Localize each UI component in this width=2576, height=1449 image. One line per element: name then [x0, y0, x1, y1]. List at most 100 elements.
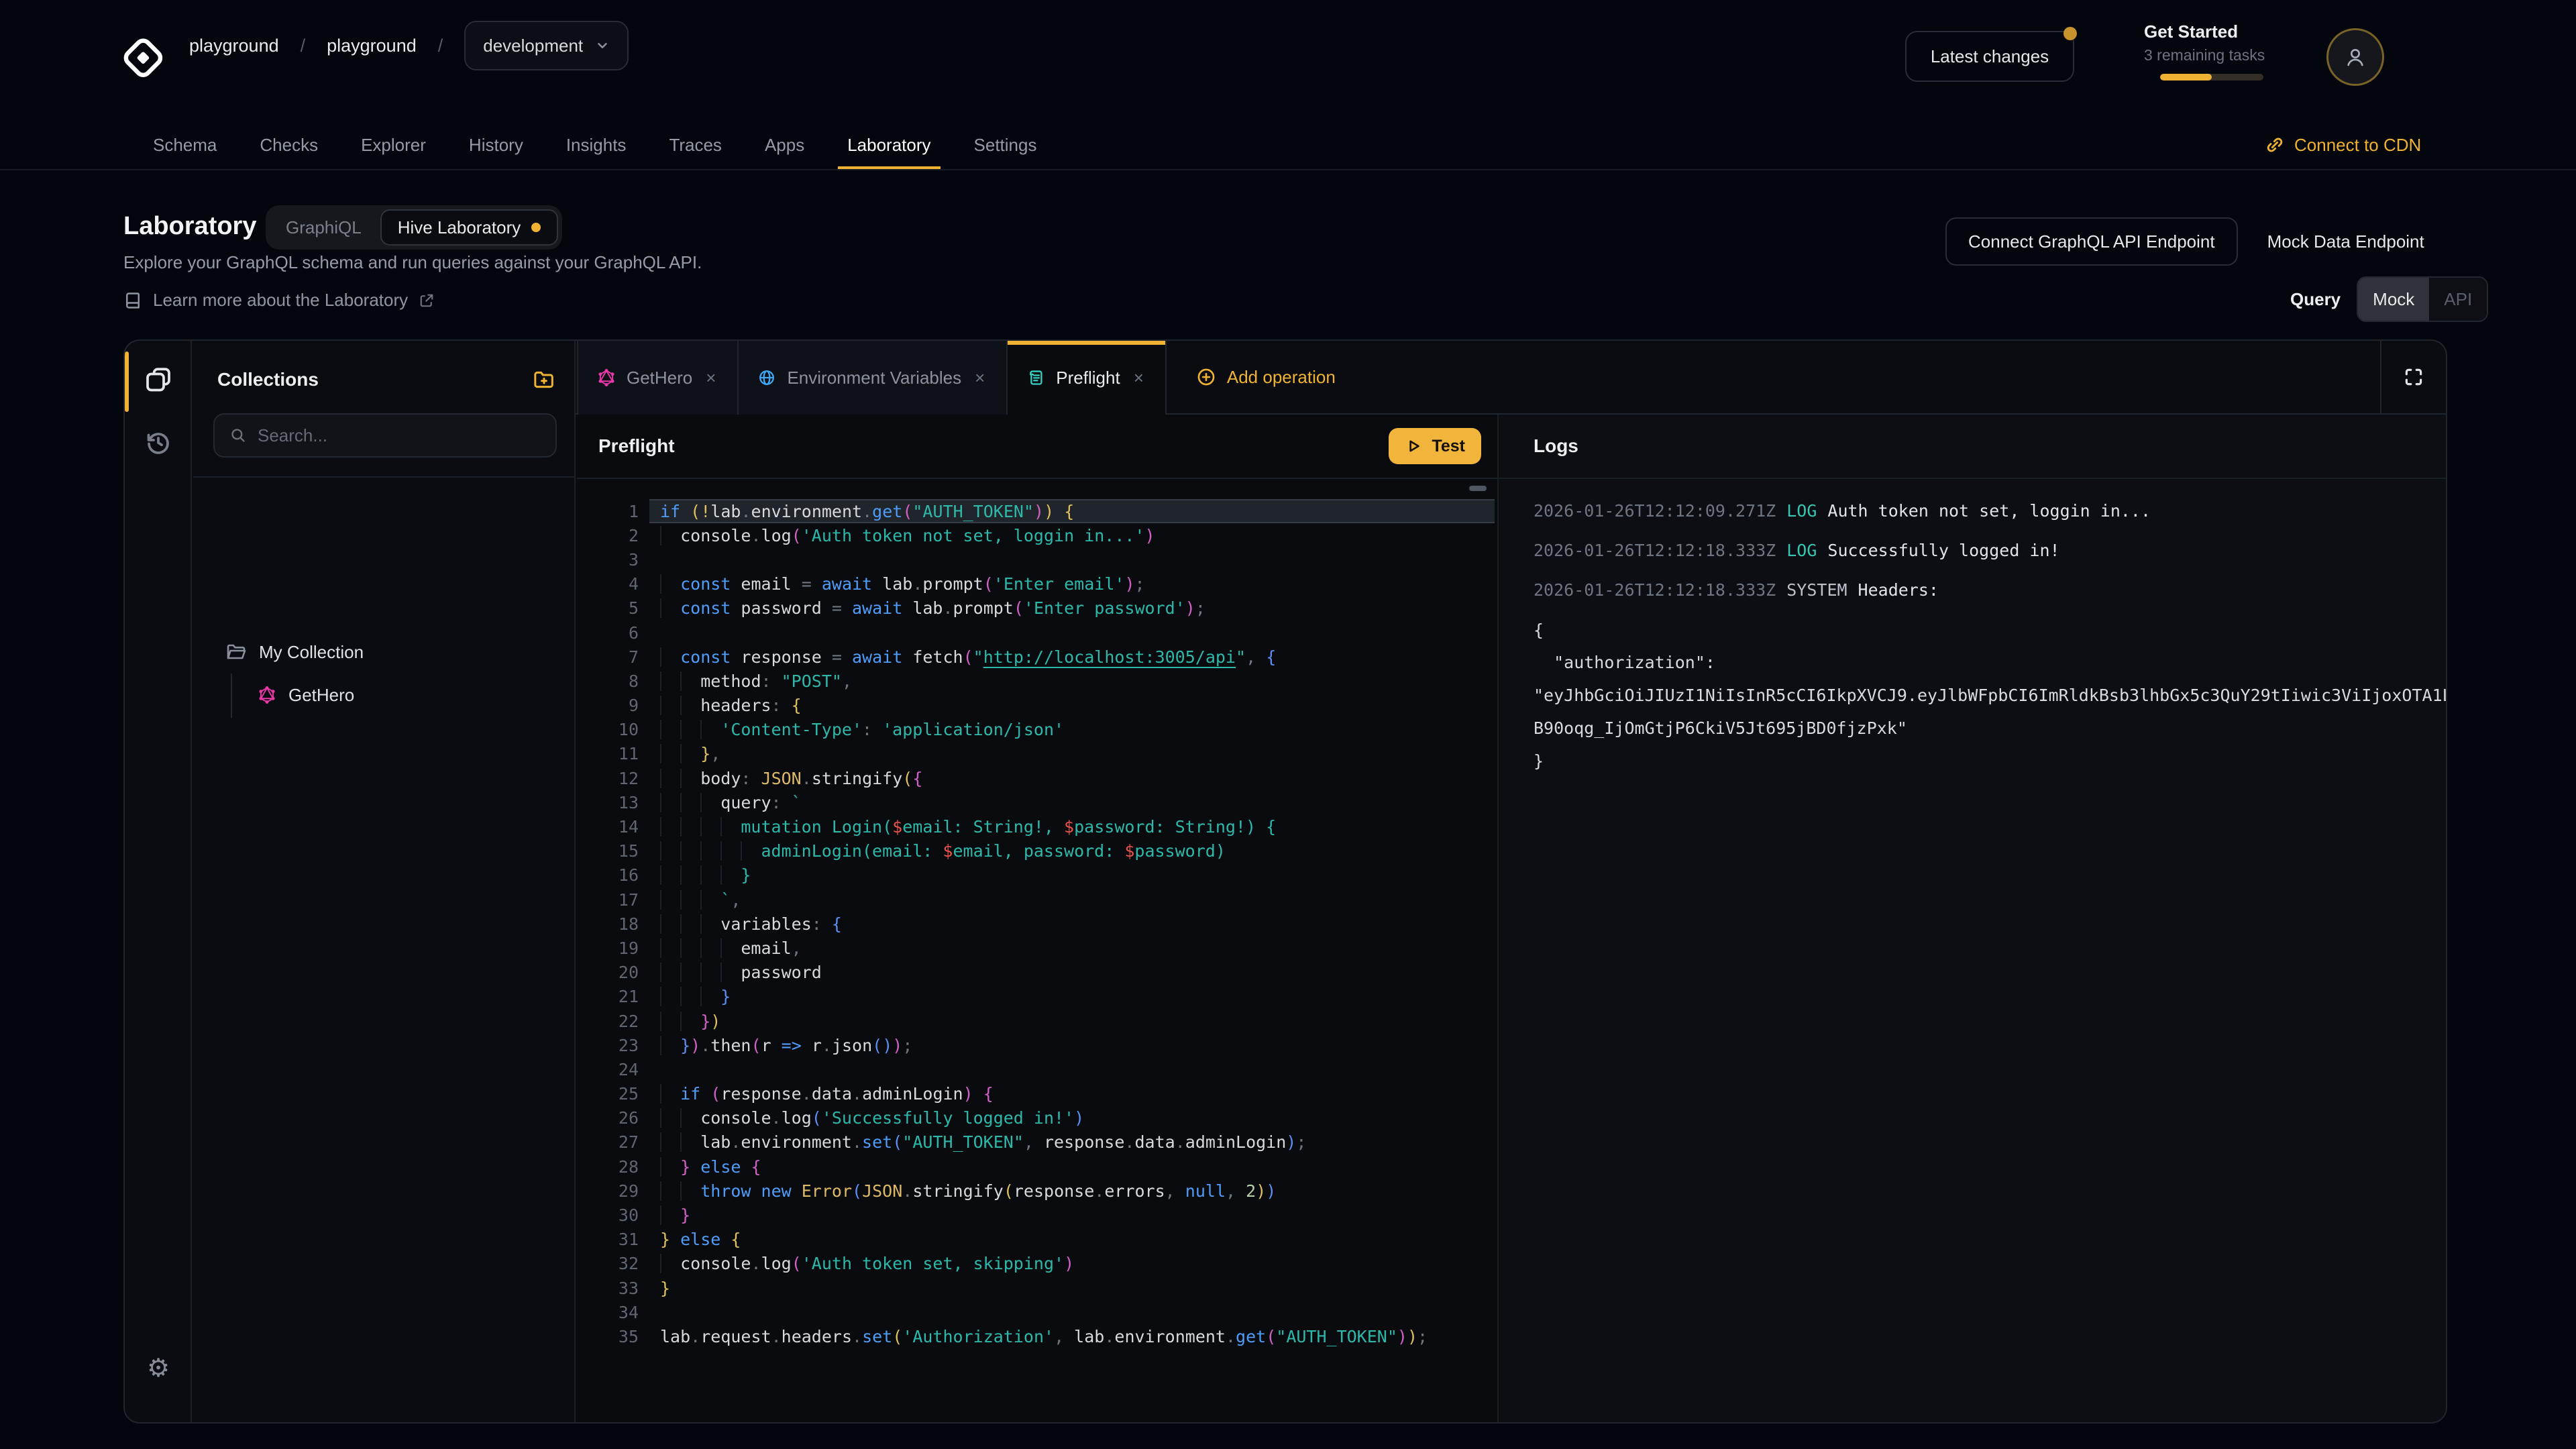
- get-started-title: Get Started: [2144, 21, 2278, 42]
- indent-guide: [680, 696, 700, 715]
- latest-changes-button[interactable]: Latest changes: [1905, 31, 2074, 82]
- connect-graphql-endpoint-button[interactable]: Connect GraphQL API Endpoint: [1945, 217, 2238, 266]
- tab-close-button[interactable]: ×: [703, 368, 718, 388]
- hive-logo-icon[interactable]: [121, 34, 166, 82]
- indent-guide: [700, 987, 720, 1006]
- code-line-28: 28} else {: [577, 1155, 1497, 1179]
- user-avatar[interactable]: [2326, 28, 2384, 86]
- line-number: 32: [577, 1254, 639, 1273]
- nav-item-laboratory[interactable]: Laboratory: [847, 121, 930, 169]
- target-selector-dropdown[interactable]: development: [464, 21, 629, 70]
- line-number: 8: [577, 672, 639, 691]
- indent-guide: [700, 938, 720, 958]
- nav-item-apps[interactable]: Apps: [765, 121, 804, 169]
- indent-guide: [680, 1012, 700, 1031]
- code-editor[interactable]: 1if (!lab.environment.get("AUTH_TOKEN"))…: [577, 479, 1497, 1422]
- tab-environment-variables[interactable]: Environment Variables ×: [739, 341, 1008, 415]
- page-title: Laboratory: [123, 212, 256, 241]
- mock-data-endpoint-button[interactable]: Mock Data Endpoint: [2267, 231, 2424, 252]
- settings-gear-button[interactable]: ⚙: [145, 1355, 172, 1382]
- rail-active-indicator: [125, 352, 129, 412]
- learn-more-link[interactable]: Learn more about the Laboratory: [123, 290, 435, 311]
- nav-item-explorer[interactable]: Explorer: [361, 121, 426, 169]
- code-line-25: 25if (response.data.adminLogin) {: [577, 1082, 1497, 1106]
- mode-option-hive-laboratory[interactable]: Hive Laboratory: [380, 209, 559, 246]
- nav-item-traces[interactable]: Traces: [669, 121, 722, 169]
- indent-guide: [680, 841, 700, 861]
- log-level-badge: LOG: [1786, 541, 1817, 560]
- query-endpoint-row: Query MockAPI: [2290, 276, 2488, 322]
- indent-guide: [660, 817, 680, 837]
- endpoint-segment-api[interactable]: API: [2429, 278, 2487, 321]
- nav-item-history[interactable]: History: [469, 121, 523, 169]
- log-timestamp: 2026-01-26T12:12:09.271Z: [1534, 501, 1776, 521]
- code-line-12: 12body: JSON.stringify({: [577, 766, 1497, 790]
- line-number: 10: [577, 720, 639, 739]
- indent-guide: [741, 841, 761, 861]
- tab-label: Preflight: [1056, 368, 1120, 388]
- indent-guide: [680, 890, 700, 910]
- logs-header: Logs: [1499, 415, 2446, 479]
- indent-guide: [680, 914, 700, 934]
- indent-guide: [700, 841, 720, 861]
- breadcrumb-separator: /: [438, 36, 443, 56]
- line-number: 11: [577, 744, 639, 763]
- indent-guide: [680, 865, 700, 885]
- indent-guide: [700, 963, 720, 982]
- tab-label: Environment Variables: [787, 368, 961, 388]
- line-number: 25: [577, 1084, 639, 1104]
- breadcrumb-project[interactable]: playground: [327, 36, 417, 56]
- nav-item-insights[interactable]: Insights: [566, 121, 627, 169]
- fullscreen-toggle-button[interactable]: [2380, 341, 2446, 413]
- indent-guide: [680, 963, 700, 982]
- collections-rail-button[interactable]: [145, 366, 172, 393]
- collection-operation-gethero[interactable]: GetHero: [193, 676, 574, 714]
- collection-folder-my-collection[interactable]: My Collection: [193, 633, 574, 671]
- indent-guide: [660, 987, 680, 1006]
- tab-close-button[interactable]: ×: [972, 368, 987, 388]
- search-input[interactable]: [258, 425, 541, 446]
- log-message: Headers:: [1858, 580, 1939, 600]
- line-number: 14: [577, 817, 639, 837]
- code-line-31: 31} else {: [577, 1228, 1497, 1252]
- new-collection-button[interactable]: [533, 368, 555, 391]
- target-selector-value: development: [483, 36, 583, 56]
- line-number: 23: [577, 1036, 639, 1055]
- tab-close-button[interactable]: ×: [1131, 368, 1146, 388]
- nav-item-settings[interactable]: Settings: [974, 121, 1037, 169]
- line-number: 30: [577, 1205, 639, 1225]
- indent-guide: [660, 793, 680, 812]
- top-bar-right: Latest changes Get Started 3 remaining t…: [1905, 0, 2576, 91]
- get-started-widget[interactable]: Get Started 3 remaining tasks: [2144, 21, 2278, 80]
- operation-tabs: GetHero× Environment Variables × Preflight ×: [576, 341, 1167, 413]
- log-raw-line: "authorization":: [1534, 647, 2446, 680]
- nav-item-checks[interactable]: Checks: [260, 121, 318, 169]
- breadcrumb-org[interactable]: playground: [189, 36, 279, 56]
- test-button[interactable]: Test: [1389, 428, 1481, 464]
- tab-gethero[interactable]: GetHero×: [577, 341, 739, 415]
- get-started-progressbar: [2160, 74, 2263, 80]
- mode-option-graphiql[interactable]: GraphiQL: [270, 209, 378, 246]
- line-number: 28: [577, 1157, 639, 1177]
- logs-output[interactable]: 2026-01-26T12:12:09.271Z LOG Auth token no…: [1534, 479, 2446, 1422]
- indent-guide: [660, 1036, 680, 1055]
- indent-guide: [680, 938, 700, 958]
- code-line-9: 9headers: {: [577, 694, 1497, 718]
- code-line-14: 14mutation Login($email: String!, $passw…: [577, 814, 1497, 839]
- indent-guide: [720, 963, 741, 982]
- code-line-27: 27lab.environment.set("AUTH_TOKEN", resp…: [577, 1130, 1497, 1155]
- connect-to-cdn-button[interactable]: Connect to CDN: [2265, 121, 2421, 169]
- line-number: 18: [577, 914, 639, 934]
- indent-guide: [720, 841, 741, 861]
- preflight-editor-pane: Preflight Test 1if (!lab.environment.get…: [577, 415, 1497, 1422]
- log-message: Auth token not set, loggin in...: [1827, 501, 2151, 521]
- add-operation-button[interactable]: Add operation: [1196, 341, 1336, 413]
- history-rail-button[interactable]: [145, 429, 172, 456]
- line-number: 6: [577, 623, 639, 643]
- line-number: 24: [577, 1060, 639, 1079]
- nav-item-schema[interactable]: Schema: [153, 121, 217, 169]
- line-number: 35: [577, 1327, 639, 1346]
- endpoint-segment-mock[interactable]: Mock: [2358, 278, 2429, 321]
- tab-preflight[interactable]: Preflight ×: [1008, 341, 1167, 415]
- indent-guide: [660, 914, 680, 934]
